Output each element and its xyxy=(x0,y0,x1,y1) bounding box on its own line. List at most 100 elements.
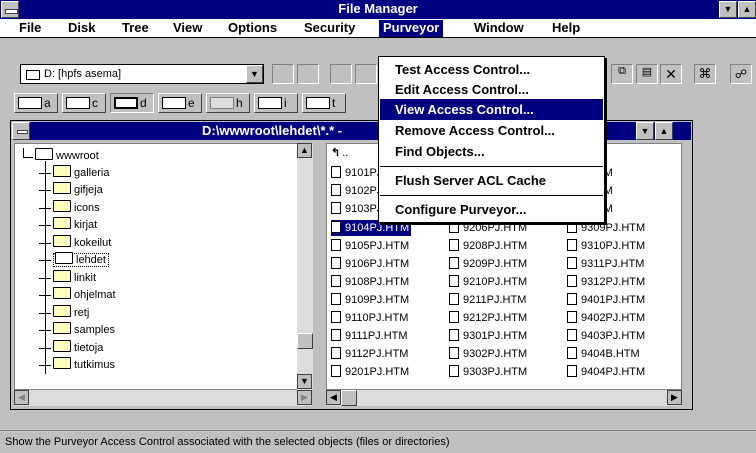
menu-window[interactable]: Window xyxy=(470,20,528,37)
maximize-button[interactable]: ▲ xyxy=(738,1,756,18)
document-icon xyxy=(331,365,341,377)
menu-security[interactable]: Security xyxy=(300,20,359,37)
tree-item-lehdet[interactable]: lehdet xyxy=(39,252,109,269)
file-item[interactable]: 9404PJ.HTM xyxy=(567,364,647,380)
child-maximize-button[interactable]: ▲ xyxy=(655,122,673,140)
tree-vertical-scrollbar[interactable]: ▲ ▼ xyxy=(297,143,313,390)
tree-horizontal-scrollbar[interactable]: ◀ ▶ xyxy=(14,390,312,406)
drive-d-button[interactable]: d xyxy=(110,93,154,113)
menu-disk[interactable]: Disk xyxy=(64,20,99,37)
drive-t-button[interactable]: t xyxy=(302,93,346,113)
file-label: 9212PJ.HTM xyxy=(463,312,528,324)
tree-item-kokeilut[interactable]: kokeilut xyxy=(39,235,111,252)
document-icon xyxy=(331,329,341,341)
file-item[interactable]: 9105PJ.HTM xyxy=(331,238,411,254)
tree-item-kirjat[interactable]: kirjat xyxy=(39,217,97,234)
scroll-up-icon[interactable]: ▲ xyxy=(297,143,312,158)
menu-view[interactable]: View xyxy=(169,20,206,37)
disconnect-network-drive-icon[interactable] xyxy=(297,64,319,84)
menu-item-flush-acl-cache[interactable]: Flush Server ACL Cache xyxy=(380,170,603,191)
drive-e-button[interactable]: e xyxy=(158,93,202,113)
file-item[interactable]: 9403PJ.HTM xyxy=(567,328,647,344)
file-item[interactable]: 9311PJ.HTM xyxy=(567,256,646,272)
file-item[interactable]: 9211PJ.HTM xyxy=(449,292,528,308)
directory-window-title: D:\wwwroot\lehdet\*.* - xyxy=(202,123,343,138)
menu-item-remove-access-control[interactable]: Remove Access Control... xyxy=(380,120,603,141)
menu-file[interactable]: File xyxy=(15,20,45,37)
file-item[interactable]: 9303PJ.HTM xyxy=(449,364,529,380)
tree-item-ohjelmat[interactable]: ohjelmat xyxy=(39,287,116,304)
stop-sharing-icon[interactable] xyxy=(355,64,377,84)
scroll-right-icon[interactable]: ▶ xyxy=(297,390,312,405)
menu-item-edit-access-control[interactable]: Edit Access Control... xyxy=(380,79,603,100)
file-item[interactable]: 9302PJ.HTM xyxy=(449,346,529,362)
file-item[interactable]: 9402PJ.HTM xyxy=(567,310,647,326)
permissions-icon[interactable]: ☍ xyxy=(730,64,752,84)
file-item[interactable]: 9212PJ.HTM xyxy=(449,310,529,326)
paste-icon[interactable]: ▤ xyxy=(636,64,658,84)
document-icon xyxy=(567,329,577,341)
file-item[interactable]: 9106PJ.HTM xyxy=(331,256,411,272)
drive-select[interactable]: D: [hpfs asema] ▼ xyxy=(20,64,264,84)
child-minimize-button[interactable]: ▼ xyxy=(636,122,654,140)
scroll-down-icon[interactable]: ▼ xyxy=(297,374,312,389)
menu-options[interactable]: Options xyxy=(224,20,281,37)
properties-icon[interactable]: ⌘ xyxy=(694,64,716,84)
file-item[interactable]: 9208PJ.HTM xyxy=(449,238,529,254)
menu-item-test-access-control[interactable]: Test Access Control... xyxy=(380,59,603,80)
scroll-left-icon[interactable]: ◀ xyxy=(14,390,29,405)
file-item[interactable]: 9301PJ.HTM xyxy=(449,328,529,344)
share-icon[interactable] xyxy=(330,64,352,84)
file-item[interactable]: 9401PJ.HTM xyxy=(567,292,647,308)
copy-icon[interactable]: ⧉ xyxy=(611,64,633,84)
tree-item-galleria[interactable]: galleria xyxy=(39,165,109,182)
file-item[interactable]: 9111PJ.HTM xyxy=(331,328,410,344)
menu-tree[interactable]: Tree xyxy=(118,20,153,37)
file-item[interactable]: 9110PJ.HTM xyxy=(331,310,410,326)
scroll-thumb[interactable] xyxy=(341,390,357,406)
tree-item-gifjeja[interactable]: gifjeja xyxy=(39,182,103,199)
scroll-right-icon[interactable]: ▶ xyxy=(667,390,682,405)
scroll-thumb[interactable] xyxy=(297,333,313,349)
file-item-parent[interactable]: ↰.. xyxy=(331,145,350,161)
connect-network-drive-icon[interactable] xyxy=(272,64,294,84)
menu-item-find-objects[interactable]: Find Objects... xyxy=(380,141,603,162)
file-item[interactable]: 9209PJ.HTM xyxy=(449,256,529,272)
tree-item-retj[interactable]: retj xyxy=(39,305,89,322)
scroll-left-icon[interactable]: ◀ xyxy=(326,390,341,405)
delete-icon[interactable]: ✕ xyxy=(660,64,682,84)
pane-split-bar[interactable] xyxy=(313,143,326,408)
file-item[interactable]: 9112PJ.HTM xyxy=(331,346,410,362)
drive-c-button[interactable]: c xyxy=(62,93,106,113)
directory-tree[interactable]: wwwroot galleria gifjeja icons kirjat ko… xyxy=(14,143,312,390)
tree-item-tutkimus[interactable]: tutkimus xyxy=(39,357,115,374)
child-system-menu-button[interactable] xyxy=(12,122,30,140)
tree-item-tietoja[interactable]: tietoja xyxy=(39,340,103,357)
title-bar[interactable]: File Manager ▼ ▲ xyxy=(0,0,756,19)
drive-h-button[interactable]: h xyxy=(206,93,250,113)
menu-item-configure-purveyor[interactable]: Configure Purveyor... xyxy=(380,199,603,220)
drive-i-button[interactable]: i xyxy=(254,93,298,113)
file-item[interactable]: 9310PJ.HTM xyxy=(567,238,647,254)
file-item[interactable]: 9201PJ.HTM xyxy=(331,364,411,380)
menu-item-view-access-control[interactable]: View Access Control... xyxy=(380,99,603,120)
folder-icon xyxy=(53,200,71,212)
drive-h-label: h xyxy=(236,96,243,110)
document-icon xyxy=(449,329,459,341)
file-list-horizontal-scrollbar[interactable]: ◀ ▶ xyxy=(326,390,682,406)
tree-item-linkit[interactable]: linkit xyxy=(39,270,96,287)
drive-a-button[interactable]: a xyxy=(14,93,58,113)
drive-select-value: D: [hpfs asema] xyxy=(44,68,122,80)
chevron-down-icon[interactable]: ▼ xyxy=(246,65,263,83)
menu-purveyor[interactable]: Purveyor xyxy=(379,20,444,37)
file-label: 9206PJ.HTM xyxy=(463,222,528,234)
menu-help[interactable]: Help xyxy=(548,20,584,37)
file-item[interactable]: 9210PJ.HTM xyxy=(449,274,529,290)
tree-item-icons[interactable]: icons xyxy=(39,200,100,217)
minimize-button[interactable]: ▼ xyxy=(719,1,737,18)
file-item[interactable]: 9404B.HTM xyxy=(567,346,642,362)
tree-item-samples[interactable]: samples xyxy=(39,322,115,339)
file-item[interactable]: 9109PJ.HTM xyxy=(331,292,411,308)
file-item[interactable]: 9108PJ.HTM xyxy=(331,274,411,290)
file-item[interactable]: 9312PJ.HTM xyxy=(567,274,647,290)
